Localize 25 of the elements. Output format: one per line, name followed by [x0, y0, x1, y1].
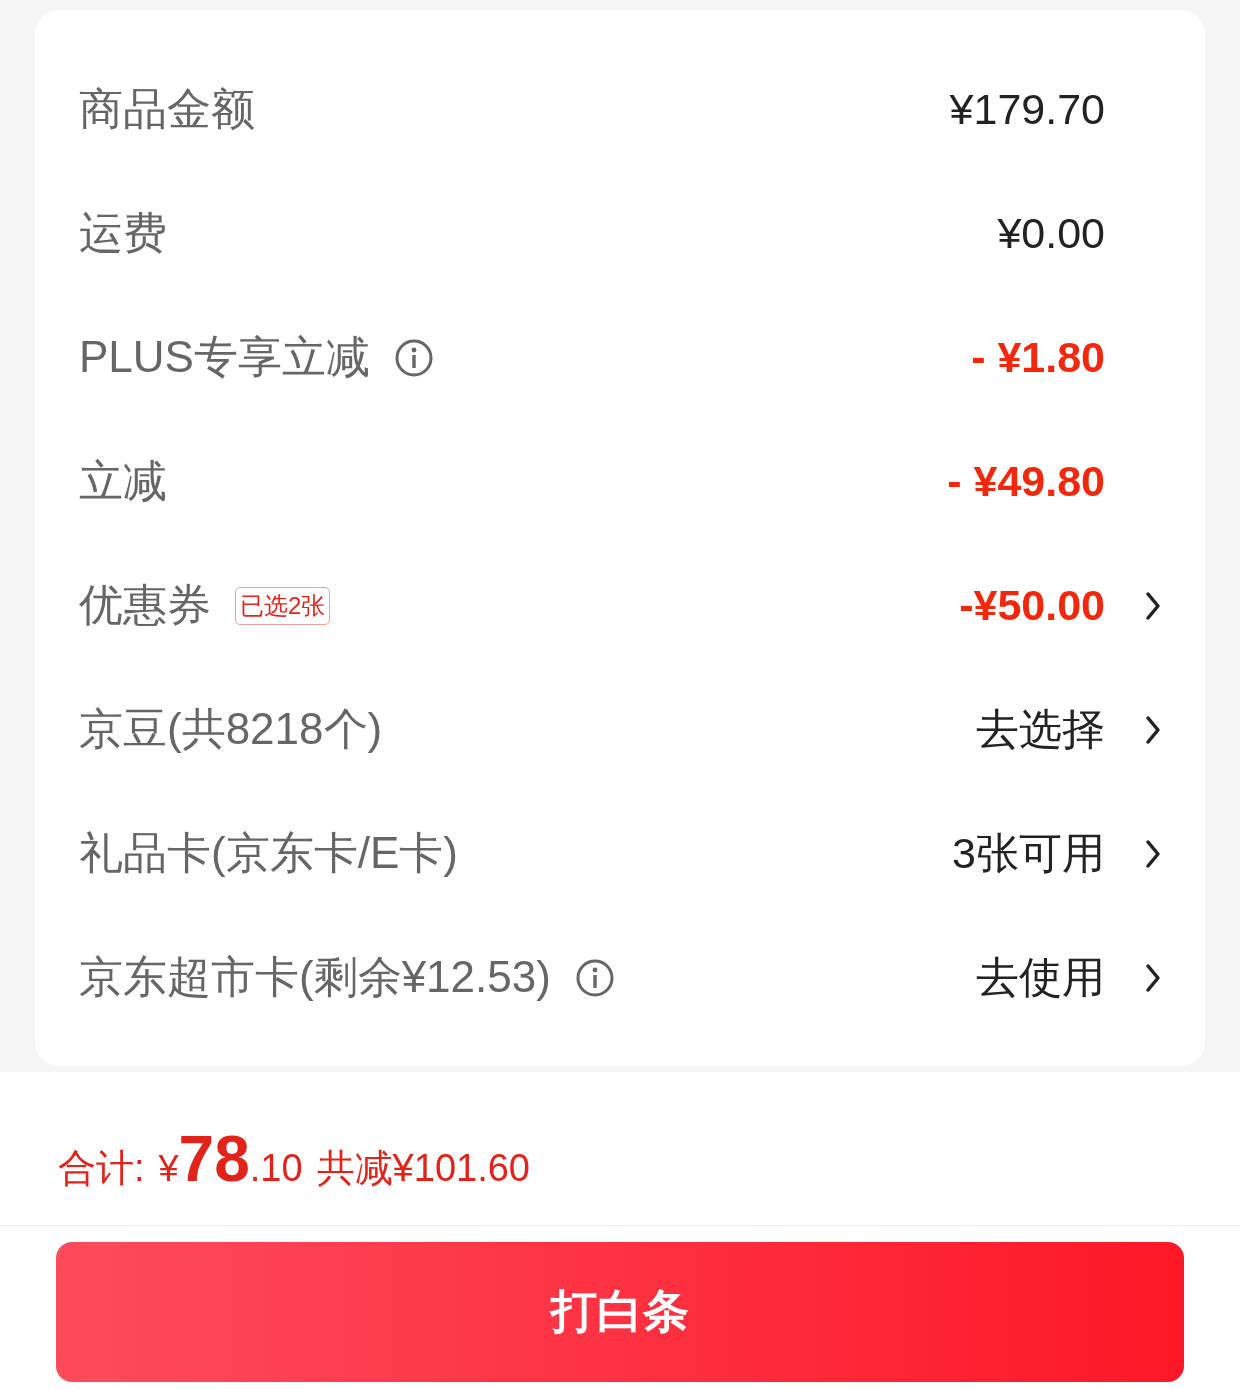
summary-value: - ¥1.80: [971, 333, 1105, 382]
summary-value: ¥179.70: [949, 85, 1105, 134]
total-saving: 共减¥101.60: [316, 1146, 530, 1191]
summary-label: 运费: [79, 207, 167, 259]
summary-value[interactable]: -¥50.00: [959, 581, 1105, 630]
total-amount-integer: 78: [178, 1122, 250, 1196]
summary-label: 优惠券: [79, 579, 211, 631]
summary-label: 京东超市卡(剩余¥12.53): [79, 951, 551, 1003]
summary-label: 商品金额: [79, 83, 255, 135]
summary-label: PLUS专享立减: [79, 331, 370, 383]
info-icon[interactable]: [574, 957, 615, 998]
total-label: 合计:: [58, 1146, 145, 1191]
currency-sign: ¥: [158, 1148, 179, 1190]
summary-value[interactable]: 3张可用: [952, 824, 1105, 883]
summary-label: 立减: [79, 455, 167, 507]
pay-button[interactable]: 打白条: [56, 1242, 1184, 1382]
summary-value[interactable]: 去选择: [976, 700, 1105, 759]
summary-label: 礼品卡(京东卡/E卡): [79, 827, 458, 879]
summary-value: - ¥49.80: [947, 457, 1105, 506]
summary-value: ¥0.00: [997, 209, 1105, 258]
summary-value[interactable]: 去使用: [976, 948, 1105, 1007]
info-icon[interactable]: [393, 337, 434, 378]
summary-label: 京豆(共8218个): [79, 703, 383, 755]
selected-count-badge: 已选2张: [235, 586, 331, 625]
total-amount-decimal: .10: [249, 1147, 303, 1190]
